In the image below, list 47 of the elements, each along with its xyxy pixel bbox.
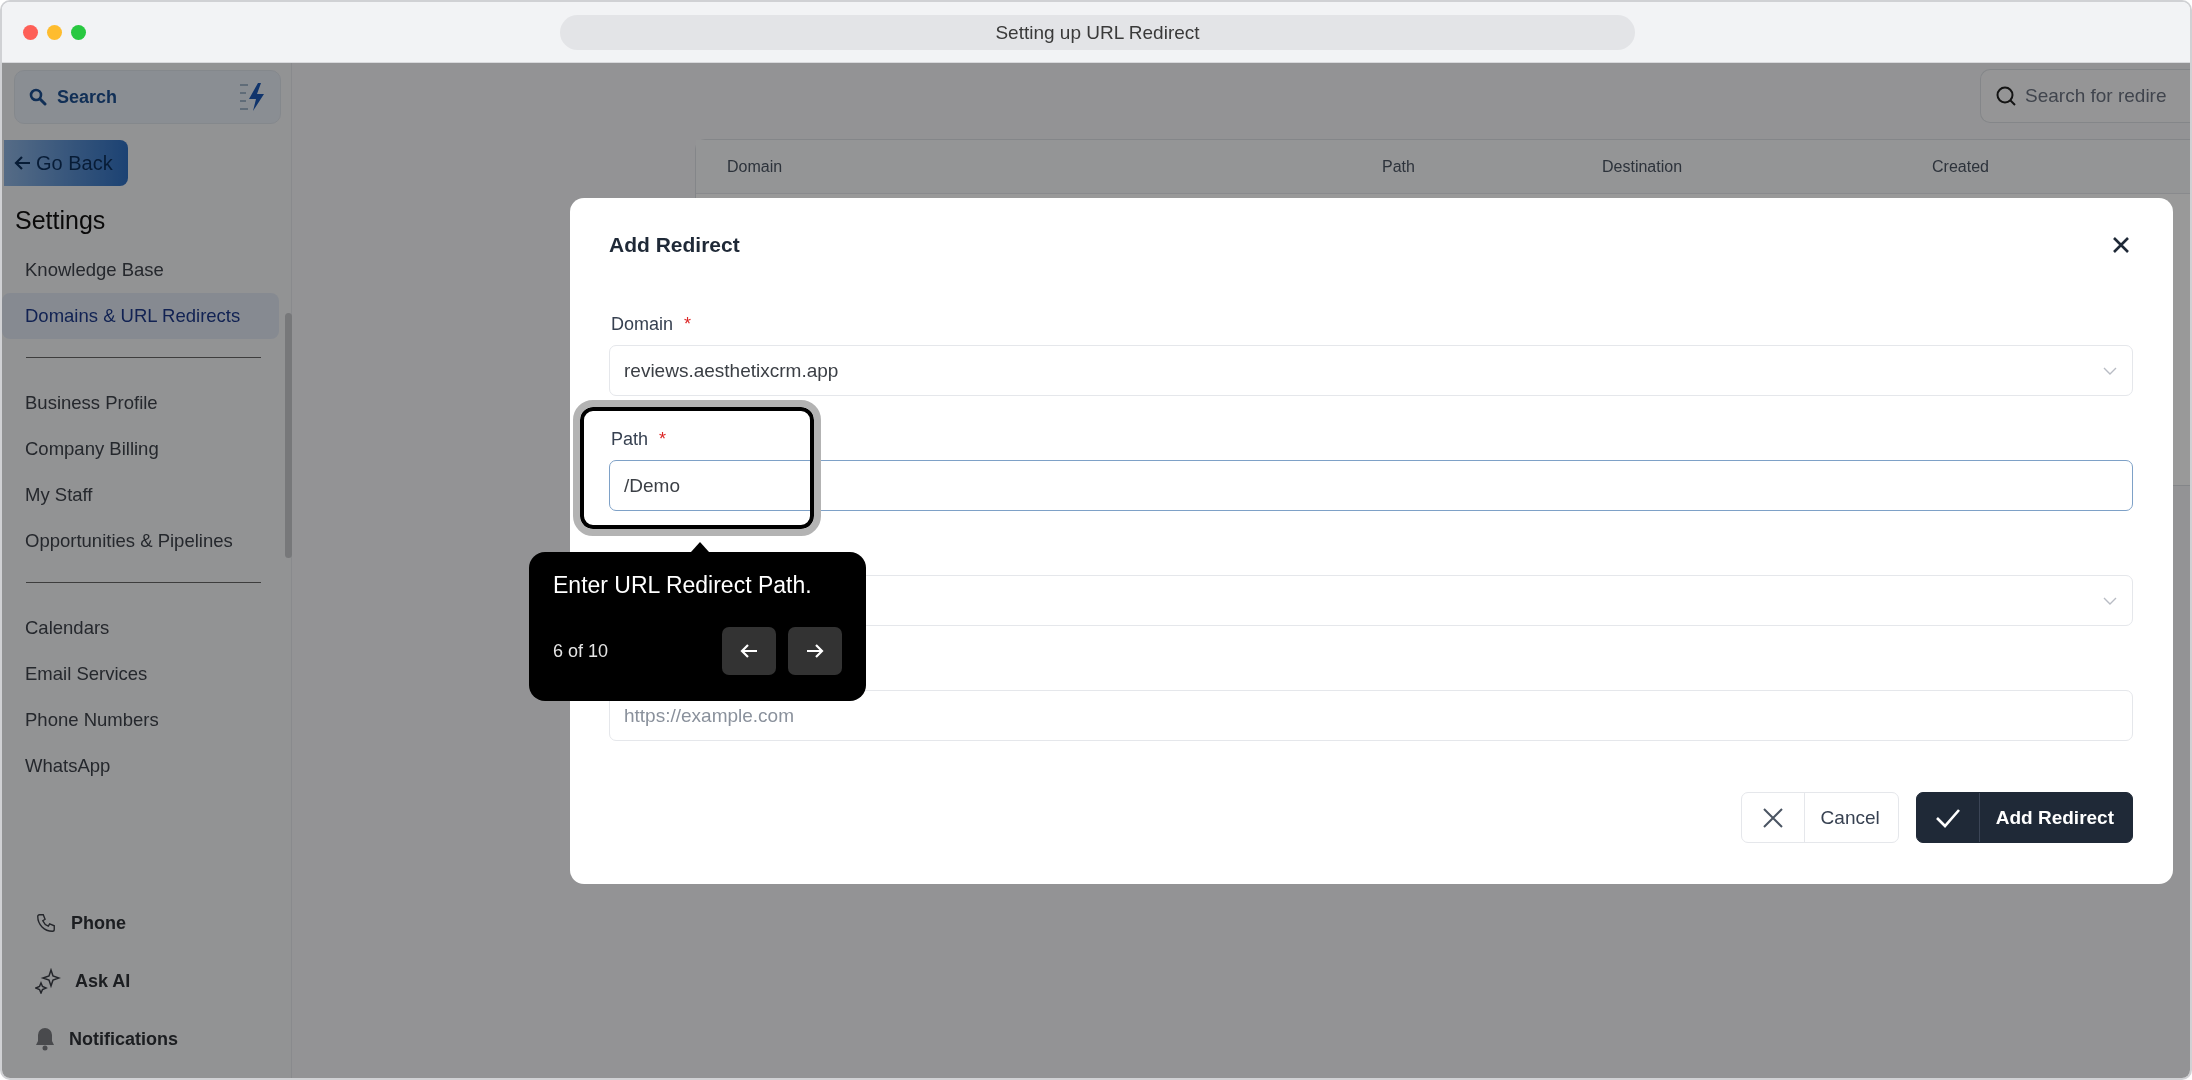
sidebar-footer-item[interactable]: Ask AI <box>2 952 291 1010</box>
dropdown-field[interactable]: reviews.aesthetixcrm.app <box>609 345 2133 396</box>
sidebar-item[interactable]: Domains & URL Redirects <box>2 293 279 339</box>
arrow-left-icon <box>14 155 32 171</box>
column-header: Created <box>1932 157 1990 176</box>
sidebar-footer-item[interactable]: Notifications <box>2 1010 291 1068</box>
sidebar-item[interactable]: My Staff <box>2 472 279 518</box>
column-header: Destination <box>1602 157 1684 176</box>
sparkle-icon <box>35 968 61 994</box>
sidebar-item[interactable]: Company Billing <box>2 426 279 472</box>
sidebar-item[interactable]: Business Profile <box>2 380 279 426</box>
close-icon <box>2111 235 2131 255</box>
previous-step-button[interactable] <box>722 627 776 675</box>
tooltip-text: Enter URL Redirect Path. <box>553 572 813 599</box>
sidebar-item[interactable]: Phone Numbers <box>2 697 279 743</box>
arrow-right-icon <box>805 643 825 659</box>
cancel-button[interactable]: Cancel <box>1740 792 1899 843</box>
phone-icon <box>35 912 57 934</box>
search-button[interactable]: Search <box>14 70 281 124</box>
add-redirect-button[interactable]: Add Redirect <box>1915 792 2133 843</box>
section-heading: Settings <box>15 206 107 235</box>
sidebar-item[interactable]: Knowledge Base <box>2 247 279 293</box>
sidebar-item[interactable]: Email Services <box>2 651 279 697</box>
bell-icon <box>35 1027 55 1051</box>
close-window-button[interactable] <box>23 24 38 40</box>
sidebar-item[interactable]: Opportunities & Pipelines <box>2 518 279 564</box>
field-label: Domain <box>611 313 674 335</box>
required-mark: * <box>684 313 692 335</box>
next-step-button[interactable] <box>788 627 842 675</box>
dialog-title: Add Redirect <box>609 233 740 257</box>
column-header: Path <box>1382 157 1416 176</box>
step-counter: 6 of 10 <box>553 640 609 662</box>
search-field[interactable]: Search for redire <box>1980 69 2190 123</box>
window-title: Setting up URL Redirect <box>560 15 1635 50</box>
input-field[interactable]: /Demo <box>609 460 2133 511</box>
required-mark: * <box>659 428 667 450</box>
back-button[interactable]: Go Back <box>4 140 128 186</box>
search-icon <box>1995 85 2017 107</box>
chevron-down-icon <box>2102 595 2118 606</box>
column-header: Domain <box>727 157 784 176</box>
sidebar-item[interactable]: Calendars <box>2 605 279 651</box>
arrow-left-icon <box>739 643 759 659</box>
field-label: Path <box>611 428 649 450</box>
chevron-down-icon <box>2102 365 2118 376</box>
sidebar-item[interactable]: WhatsApp <box>2 743 279 789</box>
sidebar-footer-item[interactable]: Phone <box>2 894 291 952</box>
search-icon <box>29 88 47 106</box>
